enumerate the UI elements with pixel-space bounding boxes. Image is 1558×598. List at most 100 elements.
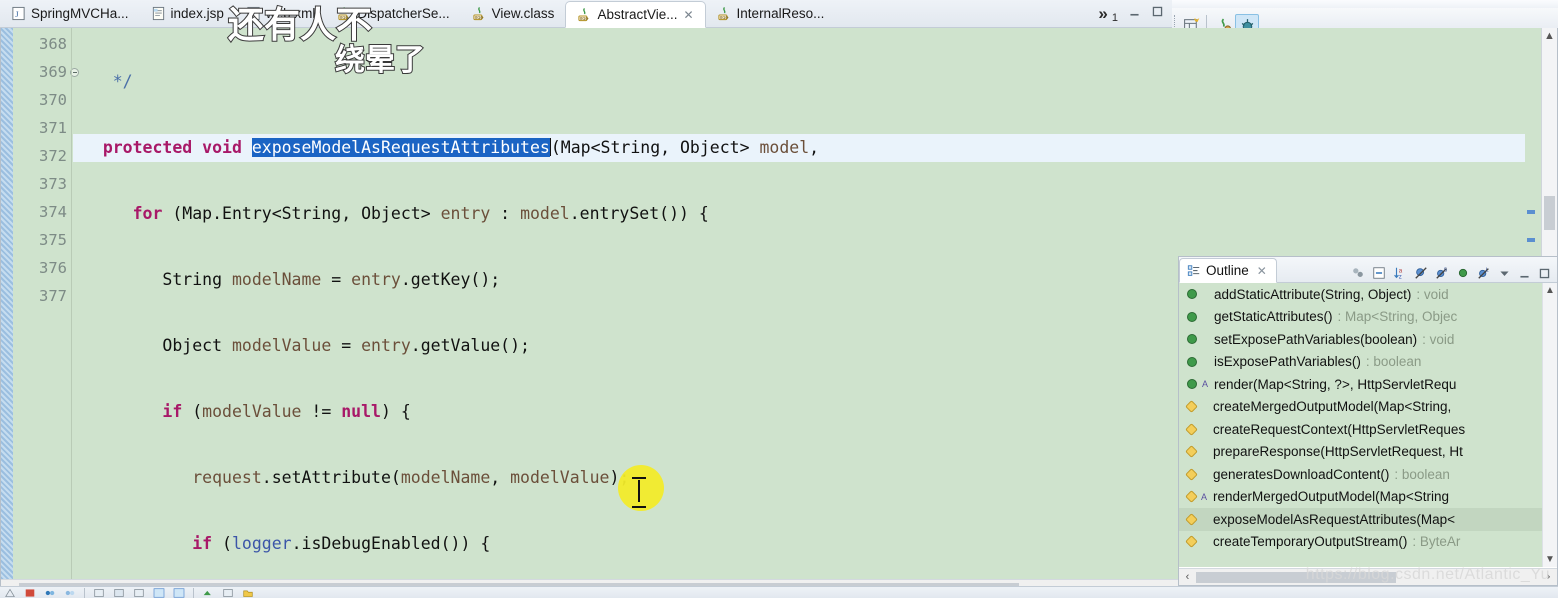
public-method-icon	[1187, 356, 1197, 367]
problems-view-icon[interactable]	[173, 587, 185, 598]
outline-item[interactable]: addStaticAttribute(String, Object) : voi…	[1179, 283, 1557, 306]
line-number[interactable]: 372	[13, 142, 71, 170]
outline-item[interactable]: prepareResponse(HttpServletRequest, Ht	[1179, 441, 1557, 464]
editor-tab-viewclass[interactable]: 010 View.class	[461, 0, 566, 27]
scroll-right-icon[interactable]: ›	[1540, 571, 1557, 583]
svg-text:X: X	[250, 9, 256, 19]
protected-method-icon	[1185, 400, 1198, 414]
outline-tabstrip[interactable]: Outline ✕ a z S L	[1179, 257, 1557, 283]
outline-item[interactable]: isExposePathVariables() : boolean	[1179, 351, 1557, 374]
scroll-left-icon[interactable]: ‹	[1179, 571, 1196, 583]
editor-tabstrip[interactable]: J SpringMVCHa... index.jsp Xweb.xml 010 Dispa…	[0, 0, 1172, 28]
outline-vertical-scrollbar[interactable]: ▲ ▼	[1542, 283, 1557, 567]
tab-outline[interactable]: Outline ✕	[1179, 258, 1277, 283]
editor-minimize-icon[interactable]	[1128, 5, 1141, 23]
outline-item[interactable]: generatesDownloadContent() : boolean	[1179, 463, 1557, 486]
scroll-down-icon[interactable]: ▼	[1545, 554, 1555, 565]
properties-icon[interactable]	[113, 588, 125, 598]
line-number[interactable]: 375	[13, 226, 71, 254]
editor-line-number-ruler[interactable]: 368 369 370 371 372 373 374 375 376 377	[13, 28, 79, 579]
outline-item-label: render(Map<String, ?>, HttpServletRequ	[1214, 376, 1457, 392]
svg-text:010: 010	[340, 15, 349, 21]
svg-text:z: z	[1399, 273, 1402, 280]
protected-method-icon	[1185, 445, 1198, 459]
tasks-icon[interactable]	[222, 588, 234, 598]
outline-list[interactable]: addStaticAttribute(String, Object) : voi…	[1179, 283, 1557, 567]
status-bar[interactable]	[0, 586, 1558, 598]
error-log-icon[interactable]	[24, 588, 36, 598]
expressions-icon[interactable]	[64, 588, 76, 598]
editor-tab-webxml[interactable]: Xweb.xml	[235, 0, 327, 27]
editor-tab-indexjsp[interactable]: index.jsp	[140, 0, 235, 27]
hide-fields-icon[interactable]	[1414, 266, 1428, 280]
editor-change-ruler	[1, 28, 13, 579]
tab-outline-close-icon[interactable]: ✕	[1257, 264, 1267, 278]
scroll-up-icon[interactable]: ▲	[1544, 30, 1555, 42]
editor-tab-label: web.xml	[265, 6, 316, 21]
editor-maximize-icon[interactable]	[1151, 5, 1164, 23]
view-menu-icon[interactable]	[1498, 267, 1511, 280]
outline-item-label: isExposePathVariables()	[1214, 354, 1361, 370]
editor-tab-springmvcha[interactable]: J SpringMVCHa...	[0, 0, 140, 27]
outline-item[interactable]: createRequestContext(HttpServletReques	[1179, 418, 1557, 441]
protected-method-icon	[1185, 422, 1198, 436]
overview-ruler-mark-2[interactable]	[1527, 238, 1535, 242]
outline-view: Outline ✕ a z S L addStaticAttribute(Str…	[1178, 256, 1558, 586]
line-number[interactable]: 371	[13, 114, 71, 142]
outline-item-label: createMergedOutputModel(Map<String,	[1213, 399, 1452, 415]
svg-text:010: 010	[580, 16, 589, 22]
editor-tab-overflow-indicator[interactable]: »	[1098, 4, 1107, 24]
scroll-thumb[interactable]	[1196, 571, 1396, 583]
console-view-icon[interactable]	[153, 587, 165, 598]
text-cursor	[638, 480, 640, 502]
code-line-370: for (Map.Entry<String, Object> entry : m…	[132, 204, 709, 223]
editor-tab-internalreso[interactable]: 010 InternalReso...	[706, 0, 836, 27]
tab-outline-label: Outline	[1206, 263, 1249, 278]
outline-item[interactable]: Arender(Map<String, ?>, HttpServletRequ	[1179, 373, 1557, 396]
outline-item[interactable]: setExposePathVariables(boolean) : void	[1179, 328, 1557, 351]
line-number[interactable]: 369	[13, 58, 79, 86]
maximize-icon[interactable]	[1538, 267, 1551, 280]
outline-item-return-type: : boolean	[1394, 466, 1450, 482]
outline-item[interactable]: createTemporaryOutputStream() : ByteAr	[1179, 531, 1557, 554]
editor-tab-abstractvie[interactable]: 010 AbstractVie... ✕	[565, 1, 706, 28]
hide-local-types-icon[interactable]: L	[1477, 266, 1491, 280]
overview-ruler-mark-1[interactable]	[1527, 210, 1535, 214]
line-number[interactable]: 377	[13, 282, 71, 310]
editor-tab-dispatcherse[interactable]: 010 DispatcherSe...	[326, 0, 460, 27]
console-icon[interactable]	[4, 588, 16, 598]
protected-method-icon	[1185, 490, 1198, 504]
scroll-up-icon[interactable]: ▲	[1545, 285, 1555, 296]
hide-non-public-icon[interactable]	[1456, 266, 1470, 280]
sort-icon[interactable]: a z	[1393, 266, 1407, 280]
line-number[interactable]: 368	[13, 30, 71, 58]
collapse-all-icon[interactable]	[1372, 266, 1386, 280]
hide-static-icon[interactable]: S	[1435, 266, 1449, 280]
outline-item[interactable]: exposeModelAsRequestAttributes(Map<	[1179, 508, 1557, 531]
xml-file-icon: X	[246, 6, 260, 21]
line-number[interactable]: 370	[13, 86, 71, 114]
outline-item-label: exposeModelAsRequestAttributes(Map<	[1213, 511, 1456, 527]
outline-horizontal-scrollbar[interactable]: ‹ ›	[1179, 568, 1557, 585]
protected-method-icon	[1185, 535, 1198, 549]
scroll-thumb[interactable]	[1544, 196, 1555, 230]
outline-item[interactable]: createMergedOutputModel(Map<String,	[1179, 396, 1557, 419]
snippets-icon[interactable]	[133, 588, 145, 598]
editor-tab-close-icon[interactable]: ✕	[683, 8, 693, 22]
minimize-icon[interactable]	[1518, 267, 1531, 280]
servers-small-icon[interactable]	[93, 588, 105, 598]
line-number[interactable]: 374	[13, 198, 71, 226]
package-explorer-icon[interactable]	[242, 588, 254, 598]
public-method-icon	[1187, 334, 1197, 345]
outline-item[interactable]: getStaticAttributes() : Map<String, Obje…	[1179, 306, 1557, 329]
line-number[interactable]: 373	[13, 170, 71, 198]
text-cursor-bottom	[632, 506, 646, 508]
breakpoint-small-icon[interactable]	[44, 588, 56, 598]
focus-on-active-task-icon[interactable]	[1351, 266, 1365, 280]
cursor-highlight-overlay	[618, 465, 664, 511]
public-method-icon	[1187, 289, 1197, 300]
class-file-icon: 010	[472, 6, 486, 21]
progress-icon[interactable]	[202, 588, 214, 598]
line-number[interactable]: 376	[13, 254, 71, 282]
outline-item[interactable]: ArenderMergedOutputModel(Map<String	[1179, 486, 1557, 509]
